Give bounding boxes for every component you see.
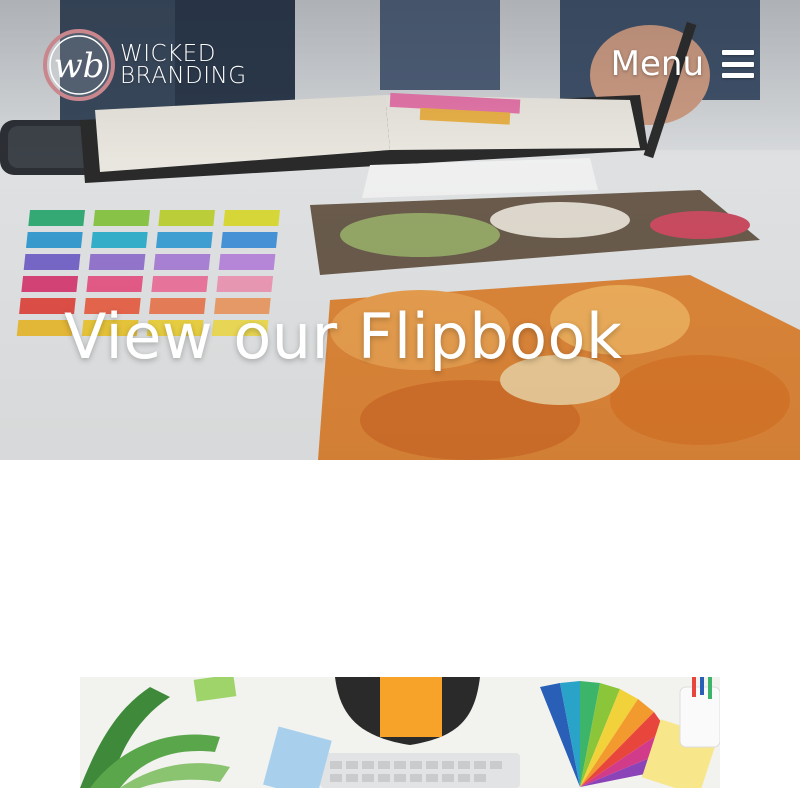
logo-monogram: wb [54,46,105,86]
menu-button[interactable]: Menu [611,44,754,84]
hamburger-icon [722,50,754,78]
menu-label: Menu [610,44,704,84]
site-logo[interactable]: wb WICKED BRANDING [42,28,247,102]
hero-banner: wb WICKED BRANDING Menu View our Flipboo… [0,0,800,460]
workspace-image [80,677,720,788]
logo-line-1: WICKED [120,41,216,67]
wb-monogram-icon: wb [43,29,115,101]
hero-title: View our Flipbook [64,300,623,373]
logo-wordmark: WICKED BRANDING [120,41,247,89]
logo-line-2: BRANDING [120,63,247,89]
